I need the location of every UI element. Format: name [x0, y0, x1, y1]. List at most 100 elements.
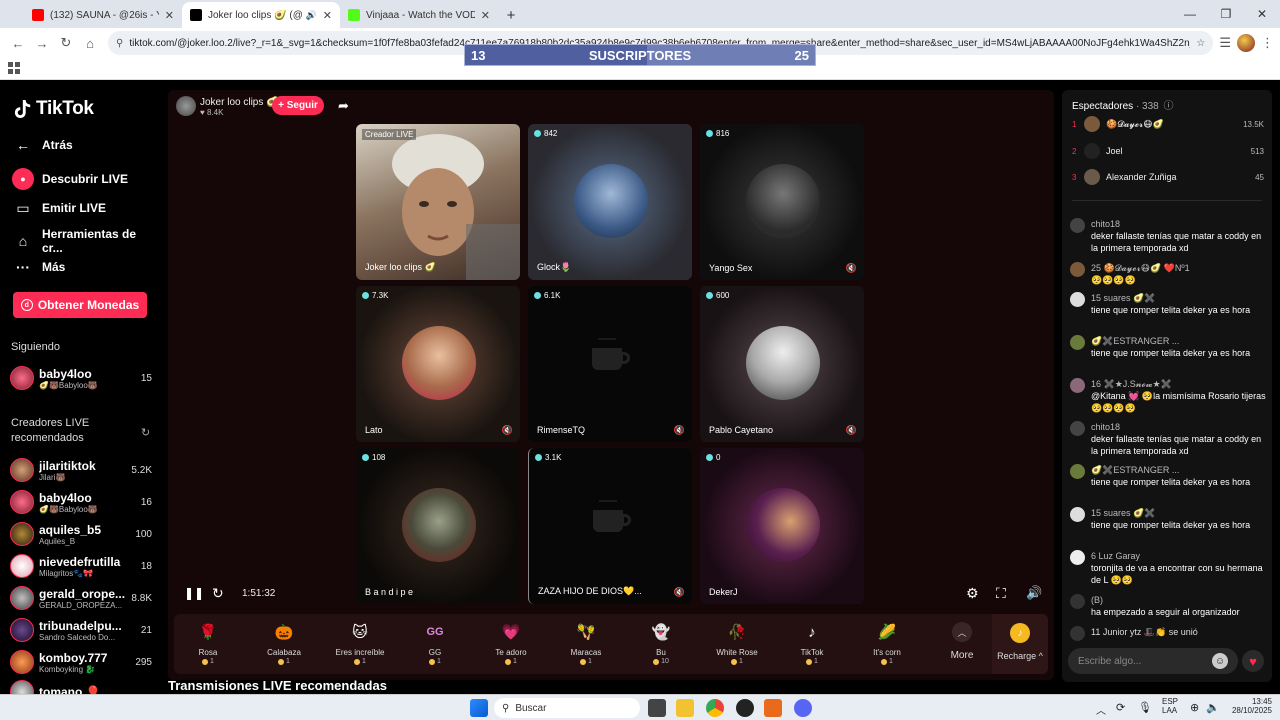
tab-tiktok[interactable]: Joker loo clips 🥑 (@joker.l 🔊 ✕ — [182, 2, 340, 28]
chat-message[interactable]: 16 ✖️★J.S𝓷𝓸𝔀★✖️ @Kitana 💓 🥺la mismísima … — [1070, 378, 1266, 414]
recommended-item[interactable]: jilaritiktok Jilari🐻 5.2K — [10, 456, 152, 484]
pause-icon[interactable]: ❚❚ — [184, 586, 204, 600]
share-icon[interactable]: ➦ — [338, 98, 349, 114]
nav-discover-live[interactable]: ● Descubrir LIVE — [12, 168, 128, 190]
nav-go-live[interactable]: ▭ Emitir LIVE — [12, 197, 106, 219]
guest-tile[interactable]: 3.1K ZAZA HIJO DE DIOS💛... 🔇 — [528, 448, 692, 604]
chat-message[interactable]: 6 Luz Garay toronjita de va a encontrar … — [1070, 550, 1266, 586]
gift-rosa[interactable]: 🌹 Rosa 1 — [178, 620, 238, 670]
top-viewer[interactable]: 3 Alexander Zuñiga 45 — [1072, 167, 1264, 187]
close-icon[interactable]: ✕ — [165, 9, 174, 22]
follow-button[interactable]: + Seguir — [272, 96, 324, 115]
clock[interactable]: 13:45 28/10/2025 — [1226, 697, 1272, 715]
guest-tile[interactable]: 7.3K Lato 🔇 — [356, 286, 520, 442]
recommended-item[interactable]: tomano 🎈 — [10, 678, 152, 694]
chat-message[interactable]: chito18 deker fallaste tenías que matar … — [1070, 421, 1266, 457]
viewers-header[interactable]: Espectadores · 338 ⓘ — [1072, 97, 1174, 112]
gift-its-corn[interactable]: 🌽 It's corn 1 — [857, 620, 917, 670]
following-item[interactable]: baby4loo 🥑🐻Babyloo🐻 15 — [10, 364, 152, 392]
apps-grid-icon[interactable] — [8, 62, 20, 74]
tab-youtube[interactable]: (132) SAUNA - @26is - YouTube ✕ — [24, 2, 182, 28]
recommended-item[interactable]: nievedefrutilla Milagritos🐾🎀 18 — [10, 552, 152, 580]
recommended-item[interactable]: tribunadelpu... Sandro Salcedo Do... 21 — [10, 616, 152, 644]
refresh-icon[interactable]: ↻ — [141, 426, 150, 439]
close-window-icon[interactable]: ✕ — [1244, 0, 1280, 28]
recommended-item[interactable]: baby4loo 🥑🐻Babyloo🐻 16 — [10, 488, 152, 516]
back-icon[interactable]: ← — [6, 31, 30, 55]
task-view-icon[interactable] — [648, 699, 666, 717]
volume-tray-icon[interactable]: 🔈 — [1206, 701, 1220, 714]
menu-dots-icon[interactable]: ⋮ — [1261, 35, 1274, 51]
host-avatar[interactable] — [176, 96, 196, 116]
profile-avatar[interactable] — [1237, 34, 1255, 52]
close-icon[interactable]: ✕ — [481, 9, 490, 22]
taskbar-search[interactable]: ⚲ Buscar — [494, 698, 640, 718]
gift-calabaza[interactable]: 🎃 Calabaza 1 — [254, 620, 314, 670]
host-name[interactable]: Joker loo clips 🥑 — [200, 97, 279, 108]
info-icon[interactable]: ⓘ — [1164, 101, 1174, 112]
app-icon[interactable] — [764, 699, 782, 717]
recharge-button[interactable]: ♪ Recharge ^ — [992, 614, 1048, 674]
settings-icon[interactable]: ⚙ — [966, 585, 979, 602]
tiktok-logo[interactable]: TikTok — [14, 98, 94, 120]
speaker-icon[interactable]: 🔊 — [306, 10, 317, 21]
guest-tile[interactable]: 108 B a n d i p e — [356, 448, 520, 604]
playlist-icon[interactable]: ☰ — [1219, 35, 1231, 51]
tray-chevron-icon[interactable]: ︿ — [1096, 702, 1106, 717]
obs-icon[interactable] — [736, 699, 754, 717]
badge-count: 7.3K — [372, 291, 389, 300]
like-heart-icon[interactable]: ♥ — [1242, 650, 1264, 672]
gift-tiktok[interactable]: ♪ TikTok 1 — [782, 620, 842, 670]
emoji-icon[interactable]: ☺ — [1212, 653, 1228, 669]
chat-message[interactable]: chito18 deker fallaste tenías que matar … — [1070, 218, 1266, 254]
microphone-icon[interactable]: 🎙 — [1138, 701, 1152, 714]
top-viewer[interactable]: 1 🍪𝓓𝓪𝔂𝓮𝓻😷🥑 13.5K — [1072, 114, 1264, 134]
gift-maracas[interactable]: 🪇 Maracas 1 — [556, 620, 616, 670]
more-gifts-button[interactable]: ︿ More — [940, 620, 984, 661]
close-icon[interactable]: ✕ — [323, 9, 332, 22]
recommended-item[interactable]: aquiles_b5 Aquiles_B 100 — [10, 520, 152, 548]
guest-tile[interactable]: 600 Pablo Cayetano 🔇 — [700, 286, 864, 442]
get-coins-button[interactable]: d Obtener Monedas — [13, 292, 147, 318]
reload-icon[interactable]: ↻ — [54, 31, 78, 55]
guest-tile-host[interactable]: Creador LIVE Joker loo clips 🥑 — [356, 124, 520, 280]
discord-icon[interactable] — [794, 699, 812, 717]
chat-message[interactable]: 15 suares 🥑✖️ tiene que romper telita de… — [1070, 507, 1266, 531]
recommended-item[interactable]: gerald_orope... GERALD_OROPEZA... 8.8K — [10, 584, 152, 612]
home-icon[interactable]: ⌂ — [78, 31, 102, 55]
gift-bu[interactable]: 👻 Bu 10 — [631, 620, 691, 670]
gift-gg[interactable]: GG GG 1 — [405, 620, 465, 670]
star-icon[interactable]: ☆ — [1196, 38, 1205, 49]
refresh-stream-icon[interactable]: ↻ — [212, 585, 224, 602]
nav-creator-tools[interactable]: ⌂ Herramientas de cr... — [12, 227, 160, 255]
guest-tile[interactable]: 816 Yango Sex 🔇 — [700, 124, 864, 280]
keyboard-lang[interactable]: ESP LAA — [1162, 697, 1178, 715]
volume-icon[interactable]: 🔊 — [1026, 585, 1042, 601]
nav-more[interactable]: ··· Más — [12, 256, 65, 278]
minimize-icon[interactable]: — — [1172, 0, 1208, 28]
guest-tile[interactable]: 842 Glock🌷 — [528, 124, 692, 280]
recommended-item[interactable]: komboy.777 Komboyking 🐉 295 — [10, 648, 152, 676]
gift-te-adoro[interactable]: 💗 Te adoro 1 — [481, 620, 541, 670]
fullscreen-icon[interactable]: ⛶ — [996, 585, 1006, 602]
gift-white-rose[interactable]: 🥀 White Rose 1 — [707, 620, 767, 670]
chat-message[interactable]: 🥑✖️ESTRANGER ... tiene que romper telita… — [1070, 464, 1266, 488]
chat-message[interactable]: 🥑✖️ESTRANGER ... tiene que romper telita… — [1070, 335, 1266, 359]
windows-start-icon[interactable] — [470, 699, 488, 717]
top-viewer[interactable]: 2 Joel 513 — [1072, 141, 1264, 161]
new-tab-button[interactable]: + — [498, 2, 524, 28]
forward-icon[interactable]: → — [30, 31, 54, 55]
tab-kick[interactable]: Vinjaaa - Watch the VOD on Kick ✕ — [340, 2, 498, 28]
network-icon[interactable]: ⊕ — [1190, 701, 1199, 714]
tray-app-icon[interactable]: ⟳ — [1116, 701, 1125, 714]
chrome-icon[interactable] — [706, 699, 724, 717]
chat-message[interactable]: 25 🍪𝓓𝓪𝔂𝓮𝓻😷🥑 ❤️Nº1 🥺🥺🥺🥺 — [1070, 262, 1266, 286]
guest-tile[interactable]: 0 DekerJ — [700, 448, 864, 604]
site-info-icon[interactable]: ⚲ — [116, 38, 123, 49]
restore-icon[interactable]: ❐ — [1208, 0, 1244, 28]
gift-eres-increible[interactable]: 🐱 Eres increíble 1 — [330, 620, 390, 670]
file-explorer-icon[interactable] — [676, 699, 694, 717]
chat-message[interactable]: 15 suares 🥑✖️ tiene que romper telita de… — [1070, 292, 1266, 316]
nav-back[interactable]: ← Atrás — [12, 134, 73, 156]
guest-tile[interactable]: 6.1K RimenseTQ 🔇 — [528, 286, 692, 442]
